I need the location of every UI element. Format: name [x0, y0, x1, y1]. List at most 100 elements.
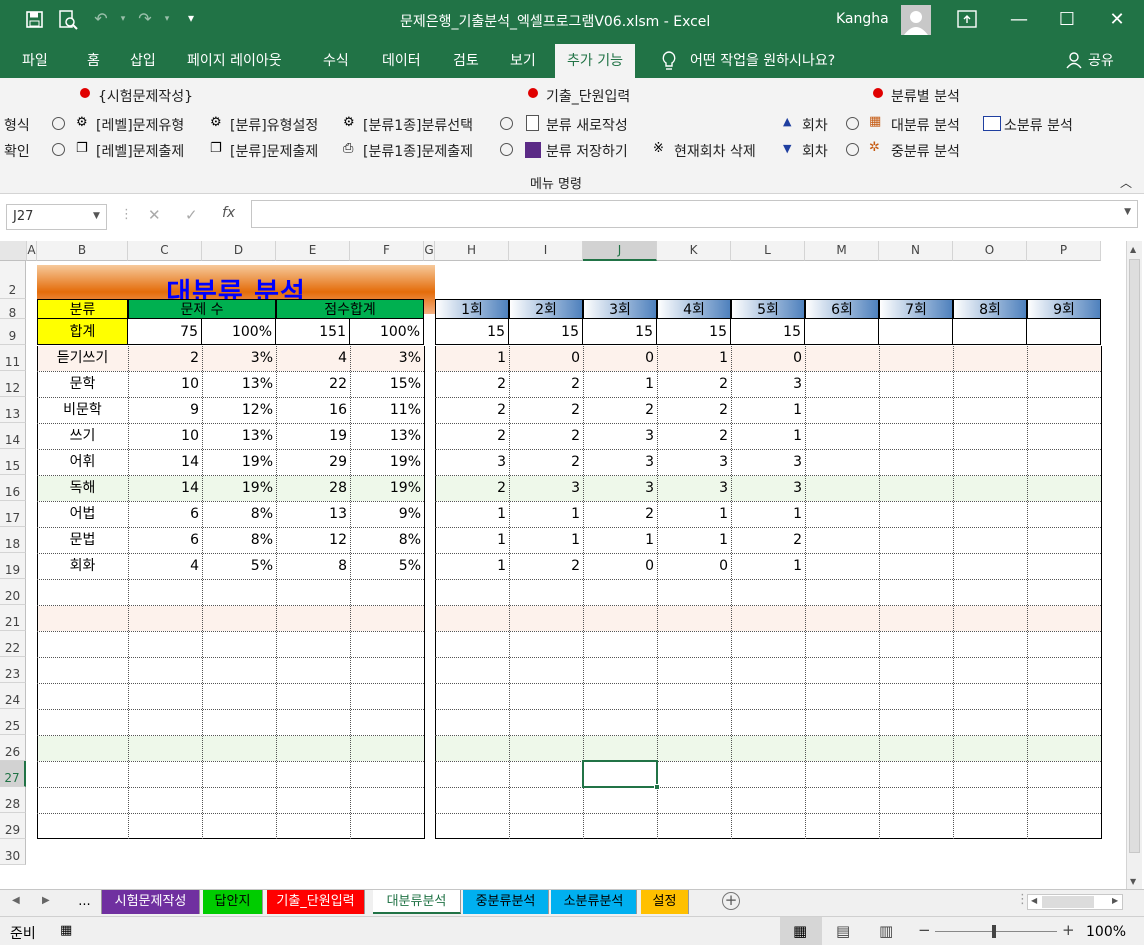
zoom-level[interactable]: 100% [1086, 924, 1126, 940]
data-cell[interactable]: 16 [276, 398, 350, 423]
data-cell[interactable]: 19% [202, 450, 276, 475]
column-header-j[interactable]: J [583, 241, 657, 261]
data-cell[interactable]: 4 [276, 346, 350, 371]
sheet-tab-3[interactable]: 기출_단원입력 [267, 890, 365, 914]
column-header-b[interactable]: B [37, 241, 128, 261]
row-header-28[interactable]: 28 [0, 787, 26, 813]
data-cell[interactable]: 10 [128, 424, 202, 449]
data-cell[interactable]: 3 [583, 476, 657, 501]
category-name[interactable]: 비문학 [37, 398, 128, 423]
sheet-tab-5[interactable]: 중분류분석 [463, 890, 549, 914]
tab-file[interactable]: 파일 [22, 50, 48, 70]
select-all-corner[interactable] [0, 241, 27, 261]
data-cell[interactable]: 0 [509, 346, 583, 371]
total-total-count-pct[interactable]: 100% [202, 319, 276, 345]
column-header-k[interactable]: K [657, 241, 731, 261]
tab-data[interactable]: 데이터 [382, 50, 421, 70]
data-cell[interactable]: 9% [350, 502, 424, 527]
row-header-19[interactable]: 19 [0, 553, 26, 579]
row-header-8[interactable]: 8 [0, 299, 26, 320]
column-header-n[interactable]: N [879, 241, 953, 261]
tab-review[interactable]: 검토 [453, 50, 479, 70]
btn-major-analysis[interactable]: 대분류 분석 [891, 115, 960, 135]
data-cell[interactable]: 12% [202, 398, 276, 423]
btn-category-type-setting[interactable]: [분류]유형설정 [230, 115, 318, 135]
sheet-tab-2[interactable]: 답안지 [203, 890, 263, 914]
scroll-left-icon[interactable]: ◀ [1031, 896, 1037, 905]
column-header-f[interactable]: F [350, 241, 424, 261]
row-header-30[interactable]: 30 [0, 839, 26, 865]
chevron-down-icon[interactable]: ▼ [93, 211, 100, 221]
column-header-o[interactable]: O [953, 241, 1027, 261]
btn-level-question-type[interactable]: [레벨]문제유형 [96, 115, 184, 135]
more-sheets-button[interactable]: ... [68, 890, 102, 914]
radio-icon[interactable] [52, 143, 65, 156]
expand-formula-icon[interactable]: ▼ [1124, 207, 1131, 217]
sheet-tab-4[interactable]: 대분류분석 [373, 890, 461, 914]
btn-round-down[interactable]: 회차 [802, 141, 828, 161]
category-name[interactable]: 문학 [37, 372, 128, 397]
column-header-c[interactable]: C [128, 241, 202, 261]
data-cell[interactable]: 11% [350, 398, 424, 423]
data-cell[interactable]: 5% [202, 554, 276, 579]
row-header-11[interactable]: 11 [0, 345, 26, 371]
data-cell[interactable]: 13% [202, 424, 276, 449]
zoom-slider-handle[interactable] [992, 925, 996, 938]
row-header-26[interactable]: 26 [0, 735, 26, 761]
data-cell[interactable]: 2 [128, 346, 202, 371]
data-cell[interactable]: 2 [509, 450, 583, 475]
tab-insert[interactable]: 삽입 [130, 50, 156, 70]
data-cell[interactable]: 0 [583, 554, 657, 579]
row-header-27[interactable]: 27 [0, 761, 26, 787]
data-cell[interactable]: 3 [731, 450, 805, 475]
data-cell[interactable]: 4 [128, 554, 202, 579]
round-total-4[interactable]: 15 [657, 319, 731, 345]
btn-category1-select[interactable]: [분류1종]분류선택 [363, 115, 473, 135]
minimize-button[interactable]: — [1004, 6, 1034, 34]
next-sheet-icon[interactable]: ▶ [42, 895, 50, 906]
share-person-icon[interactable] [1066, 51, 1084, 69]
btn-save-category[interactable]: 분류 저장하기 [546, 141, 628, 161]
data-cell[interactable]: 15% [350, 372, 424, 397]
data-cell[interactable]: 2 [583, 502, 657, 527]
data-cell[interactable]: 2 [731, 528, 805, 553]
column-header-i[interactable]: I [509, 241, 583, 261]
data-cell[interactable]: 3 [657, 476, 731, 501]
prev-sheet-icon[interactable]: ◀ [12, 895, 20, 906]
btn-level-question-out[interactable]: [레벨]문제출제 [96, 141, 184, 161]
round-total-1[interactable]: 15 [435, 319, 509, 345]
data-cell[interactable]: 12 [276, 528, 350, 553]
category-name[interactable]: 어휘 [37, 450, 128, 475]
sheet-tab-7[interactable]: 설정 [641, 890, 689, 914]
data-cell[interactable]: 19 [276, 424, 350, 449]
row-header-15[interactable]: 15 [0, 449, 26, 475]
customize-qat-icon[interactable]: ▾ [180, 11, 202, 25]
row-header-21[interactable]: 21 [0, 605, 26, 631]
btn-round-up[interactable]: 회차 [802, 115, 828, 135]
round-total-9[interactable] [1027, 319, 1101, 345]
row-header-23[interactable]: 23 [0, 657, 26, 683]
category-name[interactable]: 문법 [37, 528, 128, 553]
avatar[interactable] [901, 5, 931, 35]
data-cell[interactable]: 1 [583, 372, 657, 397]
radio-icon[interactable] [52, 117, 65, 130]
data-cell[interactable]: 1 [509, 502, 583, 527]
data-cell[interactable]: 5% [350, 554, 424, 579]
vertical-scrollbar[interactable]: ▲ ▼ [1126, 241, 1142, 889]
data-cell[interactable]: 13% [202, 372, 276, 397]
data-cell[interactable]: 2 [435, 476, 509, 501]
row-header-16[interactable]: 16 [0, 475, 26, 501]
data-cell[interactable]: 1 [731, 398, 805, 423]
data-cell[interactable]: 2 [657, 424, 731, 449]
column-header-e[interactable]: E [276, 241, 350, 261]
close-button[interactable]: ✕ [1102, 6, 1132, 34]
data-cell[interactable]: 3 [583, 450, 657, 475]
data-cell[interactable]: 19% [350, 450, 424, 475]
data-cell[interactable]: 1 [657, 502, 731, 527]
scroll-right-icon[interactable]: ▶ [1112, 896, 1118, 905]
btn-middle-analysis[interactable]: 중분류 분석 [891, 141, 960, 161]
round-total-5[interactable]: 15 [731, 319, 805, 345]
data-cell[interactable]: 3 [731, 476, 805, 501]
active-cell-j27[interactable] [582, 760, 658, 788]
undo-icon[interactable]: ↶ [90, 9, 112, 28]
